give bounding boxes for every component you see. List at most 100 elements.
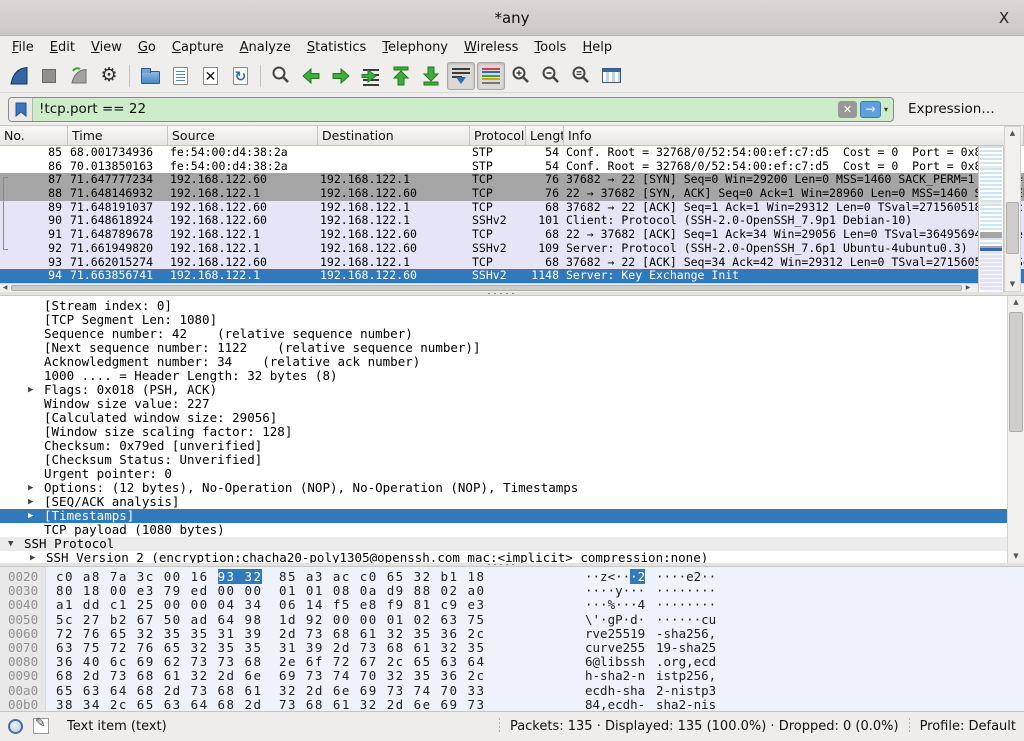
detail-line[interactable]: [Stream index: 0]: [0, 299, 1007, 313]
details-scroll-thumb[interactable]: [1009, 312, 1023, 432]
zoom-original-icon[interactable]: [567, 62, 595, 90]
hex-row-0080[interactable]: 008036 40 6c 69 62 73 73 682e 6f 72 67 2…: [0, 655, 1024, 669]
detail-line[interactable]: [Calculated window size: 29056]: [0, 411, 1007, 425]
detail-line[interactable]: ▼SSH Protocol: [0, 537, 1007, 551]
go-back-icon[interactable]: [297, 62, 325, 90]
packet-row-90[interactable]: 9071.648618924192.168.122.60192.168.122.…: [0, 214, 1024, 228]
expression-button[interactable]: Expression…: [908, 101, 995, 117]
capture-comment-icon[interactable]: [33, 718, 49, 734]
packet-row-91[interactable]: 9171.648789678192.168.122.1192.168.122.6…: [0, 228, 1024, 242]
hex-row-0060[interactable]: 006072 76 65 32 35 35 31 392d 73 68 61 3…: [0, 627, 1024, 641]
hex-row-0040[interactable]: 0040a1 dd c1 25 00 00 04 3406 14 f5 e8 f…: [0, 598, 1024, 612]
reload-file-icon[interactable]: ↻: [226, 62, 254, 90]
detail-line[interactable]: ▶SSH Version 2 (encryption:chacha20-poly…: [0, 551, 1007, 563]
resize-columns-icon[interactable]: [597, 62, 625, 90]
hex-row-0020[interactable]: 0020c0 a8 7a 3c 00 16 93 3285 a3 ac c0 6…: [0, 570, 1024, 584]
hex-row-00a0[interactable]: 00a065 63 64 68 2d 73 68 6132 2d 6e 69 7…: [0, 684, 1024, 698]
open-file-icon[interactable]: [136, 62, 164, 90]
packet-row-92[interactable]: 9271.661949820192.168.122.1192.168.122.6…: [0, 242, 1024, 256]
auto-scroll-icon[interactable]: [447, 62, 475, 90]
capture-options-icon[interactable]: ⚙: [95, 62, 123, 90]
colorize-icon[interactable]: [477, 62, 505, 90]
collapsed-arrow-icon[interactable]: ▶: [30, 551, 35, 563]
packet-row-87[interactable]: 8771.647777234192.168.122.60192.168.122.…: [0, 173, 1024, 187]
detail-line[interactable]: 1000 .... = Header Length: 32 bytes (8): [0, 369, 1007, 383]
filter-clear-icon[interactable]: ✕: [838, 101, 857, 118]
restart-capture-icon[interactable]: [65, 62, 93, 90]
detail-line[interactable]: Window size value: 227: [0, 397, 1007, 411]
detail-line[interactable]: TCP payload (1080 bytes): [0, 523, 1007, 537]
zoom-out-icon[interactable]: [537, 62, 565, 90]
close-file-icon[interactable]: ✕: [196, 62, 224, 90]
packet-row-93[interactable]: 9371.662015274192.168.122.60192.168.122.…: [0, 256, 1024, 270]
detail-line[interactable]: [TCP Segment Len: 1080]: [0, 313, 1007, 327]
menu-help[interactable]: Help: [574, 38, 620, 57]
vscroll-thumb[interactable]: [1006, 202, 1019, 254]
hex-row-0050[interactable]: 00505c 27 b2 67 50 ad 64 981d 92 00 00 0…: [0, 613, 1024, 627]
packet-row-89[interactable]: 8971.648191037192.168.122.60192.168.122.…: [0, 201, 1024, 215]
column-header-no[interactable]: No.: [0, 126, 68, 145]
menu-wireless[interactable]: Wireless: [456, 38, 526, 57]
details-vscrollbar[interactable]: ▲ ▼: [1007, 296, 1024, 563]
detail-line[interactable]: [Next sequence number: 1122 (relative se…: [0, 341, 1007, 355]
column-header-destination[interactable]: Destination: [318, 126, 470, 145]
profile-selector[interactable]: Profile: Default: [920, 719, 1016, 734]
menu-analyze[interactable]: Analyze: [232, 38, 299, 57]
go-to-bottom-icon[interactable]: [417, 62, 445, 90]
hex-row-0090[interactable]: 009068 2d 73 68 61 32 2d 6e69 73 74 70 3…: [0, 669, 1024, 683]
packet-row-94[interactable]: 9471.663856741192.168.122.1192.168.122.6…: [0, 269, 1024, 283]
collapsed-arrow-icon[interactable]: ▶: [28, 509, 33, 523]
filter-bookmark-icon[interactable]: [9, 98, 33, 121]
stop-capture-icon[interactable]: [35, 62, 63, 90]
display-filter-input[interactable]: [33, 101, 838, 117]
find-packet-icon[interactable]: [267, 62, 295, 90]
intelligent-scrollbar-minimap[interactable]: [978, 146, 1004, 292]
collapsed-arrow-icon[interactable]: ▶: [28, 383, 33, 397]
collapsed-arrow-icon[interactable]: ▶: [28, 495, 33, 509]
menu-capture[interactable]: Capture: [164, 38, 232, 57]
hscroll-left-arrow-icon[interactable]: ◀: [0, 284, 10, 292]
detail-line[interactable]: Checksum: 0x79ed [unverified]: [0, 439, 1007, 453]
details-scroll-down-icon[interactable]: ▼: [1008, 550, 1024, 563]
detail-line[interactable]: ▶[SEQ/ACK analysis]: [0, 495, 1007, 509]
hscroll-right-arrow-icon[interactable]: ▶: [963, 284, 973, 292]
start-capture-icon[interactable]: [5, 62, 33, 90]
vscroll-up-arrow-icon[interactable]: ▲: [1005, 127, 1020, 140]
packet-list-hscrollbar[interactable]: ◀ ▶: [0, 283, 1024, 292]
filter-history-caret-icon[interactable]: ▾: [884, 105, 888, 114]
column-header-time[interactable]: Time: [68, 126, 168, 145]
packet-row-88[interactable]: 8871.648146932192.168.122.1192.168.122.6…: [0, 187, 1024, 201]
column-header-source[interactable]: Source: [168, 126, 318, 145]
detail-line[interactable]: [Checksum Status: Unverified]: [0, 453, 1007, 467]
menu-file[interactable]: File: [4, 38, 42, 57]
filter-apply-icon[interactable]: →: [860, 101, 881, 118]
packet-list-vscrollbar[interactable]: ▲ ▼: [1004, 126, 1021, 292]
detail-line[interactable]: Acknowledgment number: 34 (relative ack …: [0, 355, 1007, 369]
detail-line[interactable]: ▶Options: (12 bytes), No-Operation (NOP)…: [0, 481, 1007, 495]
hex-row-00b0[interactable]: 00b038 34 2c 65 63 64 68 2d73 68 61 32 2…: [0, 698, 1024, 711]
detail-line[interactable]: ▶Flags: 0x018 (PSH, ACK): [0, 383, 1007, 397]
details-scroll-up-icon[interactable]: ▲: [1008, 296, 1024, 309]
column-header-protocol[interactable]: Protocol: [470, 126, 526, 145]
hscroll-thumb[interactable]: [11, 285, 962, 291]
detail-line[interactable]: Sequence number: 42 (relative sequence n…: [0, 327, 1007, 341]
column-header-info[interactable]: Info: [564, 126, 1024, 145]
save-file-icon[interactable]: [166, 62, 194, 90]
packet-row-85[interactable]: 8568.001734936fe:54:00:d4:38:2aSTP54Conf…: [0, 146, 1024, 160]
menu-edit[interactable]: Edit: [42, 38, 83, 57]
detail-line[interactable]: ▶[Timestamps]: [0, 509, 1007, 523]
expert-info-icon[interactable]: [8, 719, 23, 734]
menu-telephony[interactable]: Telephony: [374, 38, 456, 57]
menu-view[interactable]: View: [83, 38, 130, 57]
packet-bytes-pane[interactable]: 0020c0 a8 7a 3c 00 16 93 3285 a3 ac c0 6…: [0, 566, 1024, 711]
packet-row-86[interactable]: 8670.013850163fe:54:00:d4:38:2aSTP54Conf…: [0, 160, 1024, 174]
vscroll-down-arrow-icon[interactable]: ▼: [1005, 278, 1020, 291]
go-to-top-icon[interactable]: [387, 62, 415, 90]
column-header-length[interactable]: Length: [526, 126, 564, 145]
expanded-arrow-icon[interactable]: ▼: [8, 537, 13, 551]
menu-tools[interactable]: Tools: [526, 38, 574, 57]
detail-line[interactable]: Urgent pointer: 0: [0, 467, 1007, 481]
menu-statistics[interactable]: Statistics: [299, 38, 374, 57]
collapsed-arrow-icon[interactable]: ▶: [28, 481, 33, 495]
detail-line[interactable]: [Window size scaling factor: 128]: [0, 425, 1007, 439]
